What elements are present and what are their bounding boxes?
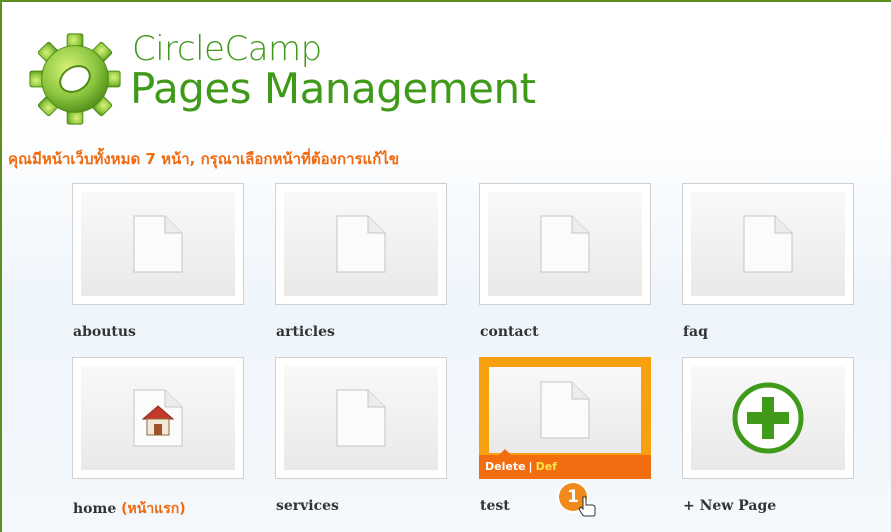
app-title: Pages Management — [130, 64, 536, 113]
page-card-services[interactable] — [275, 357, 447, 479]
set-default-link[interactable]: Def — [536, 460, 557, 473]
plus-circle-icon — [732, 382, 804, 454]
delete-link[interactable]: Delete — [485, 460, 526, 473]
page-frame: CircleCamp Pages Management คุณมีหน้าเว็… — [0, 0, 891, 532]
page-label-services[interactable]: services — [276, 498, 339, 514]
new-page-label[interactable]: + New Page — [683, 498, 776, 514]
card-action-bar: Delete | Def — [479, 449, 651, 479]
page-label-contact[interactable]: contact — [480, 324, 539, 340]
page-icon — [336, 215, 386, 273]
home-tag: (หน้าแรก) — [121, 501, 186, 517]
page-card-faq[interactable] — [682, 183, 854, 305]
page-card-home[interactable] — [72, 357, 244, 479]
hand-cursor-icon — [578, 496, 596, 517]
page-card-articles[interactable] — [275, 183, 447, 305]
home-page-icon — [133, 389, 183, 447]
page-icon — [133, 215, 183, 273]
brand-name: CircleCamp — [132, 29, 322, 69]
page-label-aboutus[interactable]: aboutus — [73, 324, 136, 340]
gear-logo-icon — [29, 33, 121, 125]
page-label-articles[interactable]: articles — [276, 324, 335, 340]
new-page-card[interactable] — [682, 357, 854, 479]
page-icon — [743, 215, 793, 273]
page-icon — [540, 215, 590, 273]
page-label-home[interactable]: home (หน้าแรก) — [73, 498, 186, 520]
instruction-text: คุณมีหน้าเว็บทั้งหมด 7 หน้า, กรุณาเลือกห… — [8, 150, 400, 168]
action-separator: | — [528, 460, 533, 473]
page-icon — [540, 381, 590, 439]
page-label-faq[interactable]: faq — [683, 324, 708, 340]
page-card-aboutus[interactable] — [72, 183, 244, 305]
page-label-test[interactable]: test — [480, 498, 510, 514]
page-icon — [336, 389, 386, 447]
page-card-contact[interactable] — [479, 183, 651, 305]
page-card-test[interactable]: Delete | Def — [479, 357, 651, 479]
